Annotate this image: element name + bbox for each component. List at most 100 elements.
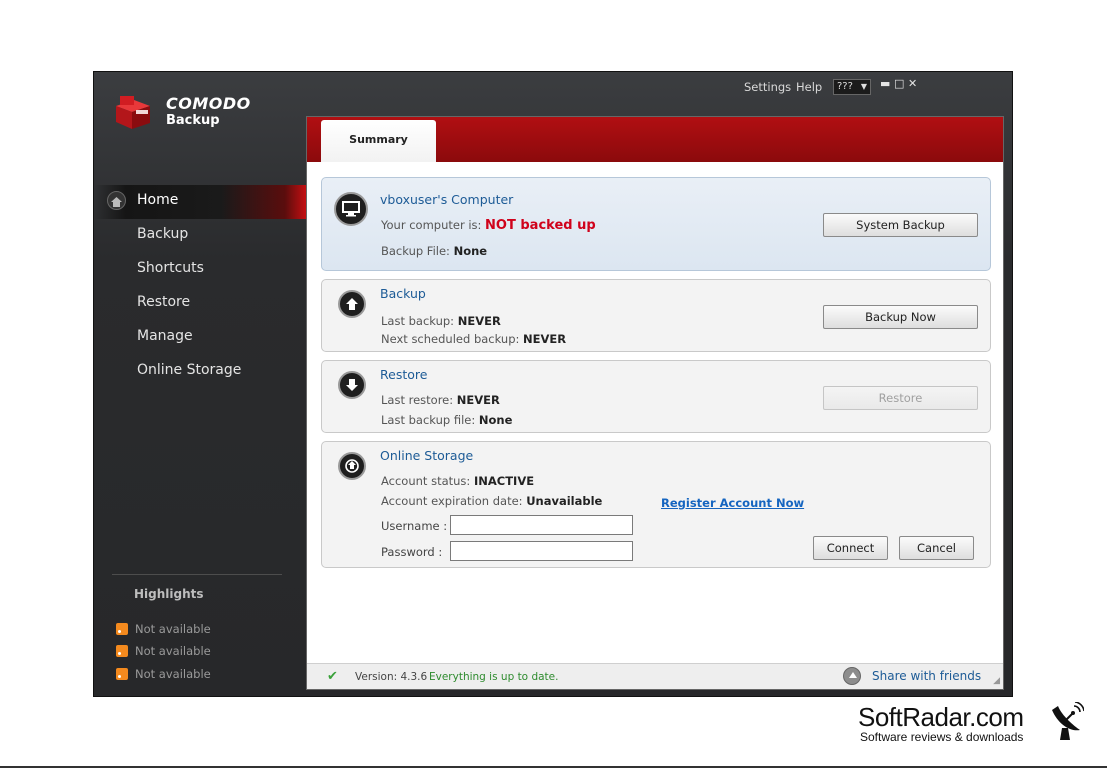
satellite-dish-icon <box>1052 702 1084 740</box>
update-status-text: Everything is up to date. <box>429 671 559 683</box>
password-label: Password : <box>381 545 443 559</box>
last-restore-row: Last restore: NEVER <box>381 393 500 407</box>
online-storage-card: Online Storage Account status: INACTIVE … <box>321 441 991 568</box>
computer-icon <box>334 192 368 226</box>
highlights-title: Highlights <box>134 587 204 601</box>
account-expiry-label: Account expiration date: <box>381 494 523 508</box>
comodo-logo: COMODO Backup <box>114 92 264 137</box>
computer-title: vboxuser's Computer <box>380 192 514 207</box>
password-input[interactable] <box>450 541 633 561</box>
restore-button[interactable]: Restore <box>823 386 978 410</box>
highlight-text: Not available <box>135 667 211 681</box>
account-expiry-value: Unavailable <box>526 494 603 508</box>
account-status-row: Account status: INACTIVE <box>381 474 534 488</box>
sidebar-item-label: Restore <box>137 294 191 310</box>
sidebar-item-home[interactable]: Home <box>94 185 306 219</box>
sidebar-item-label: Manage <box>137 328 193 344</box>
backup-now-button[interactable]: Backup Now <box>823 305 978 329</box>
last-backup-value: NEVER <box>457 314 501 328</box>
computer-status-row: Your computer is: NOT backed up <box>381 218 596 233</box>
checkmark-icon: ✔ <box>327 669 338 684</box>
online-storage-title: Online Storage <box>380 448 474 463</box>
title-bar: Settings Help ??? ▼ ▬ □ ✕ <box>712 72 1012 102</box>
sidebar-item-shortcuts[interactable]: Shortcuts <box>94 253 306 287</box>
help-link[interactable]: Help <box>796 80 822 94</box>
language-dropdown[interactable]: ??? ▼ <box>833 79 871 95</box>
main-panel: Summary vboxuser's Computer Your compute… <box>306 116 1004 690</box>
rss-icon <box>116 645 128 657</box>
restore-title: Restore <box>380 367 428 382</box>
last-restore-value: NEVER <box>456 393 500 407</box>
cancel-button[interactable]: Cancel <box>899 536 974 560</box>
sidebar-item-label: Backup <box>137 226 189 242</box>
next-backup-value: NEVER <box>523 332 567 346</box>
sidebar-item-label: Online Storage <box>137 362 242 378</box>
register-account-link[interactable]: Register Account Now <box>661 496 804 510</box>
computer-status-value: NOT backed up <box>485 218 596 233</box>
softradar-watermark: SoftRadar.com Software reviews & downloa… <box>858 700 1093 750</box>
last-backup-file-row: Last backup file: None <box>381 413 512 427</box>
home-icon <box>107 191 126 210</box>
last-backup-file-label: Last backup file: <box>381 413 476 427</box>
highlights-divider <box>112 574 282 575</box>
brand-name: COMODO <box>166 94 251 113</box>
restore-card: Restore Last restore: NEVER Last backup … <box>321 360 991 433</box>
sidebar-item-manage[interactable]: Manage <box>94 321 306 355</box>
settings-link[interactable]: Settings <box>744 80 791 94</box>
tab-summary[interactable]: Summary <box>321 120 436 162</box>
last-backup-file-value: None <box>478 413 513 427</box>
watermark-name: SoftRadar.com <box>858 702 1024 732</box>
sidebar-item-restore[interactable]: Restore <box>94 287 306 321</box>
chevron-down-icon: ▼ <box>860 82 867 91</box>
connect-button[interactable]: Connect <box>813 536 888 560</box>
highlight-item[interactable]: Not available <box>116 622 211 636</box>
watermark-tagline: Software reviews & downloads <box>860 730 1024 744</box>
username-label: Username : <box>381 519 448 533</box>
rss-icon <box>116 623 128 635</box>
comodo-backup-window: Settings Help ??? ▼ ▬ □ ✕ COMODO Backup <box>93 71 1013 697</box>
online-storage-icon <box>338 452 366 480</box>
last-restore-label: Last restore: <box>381 393 454 407</box>
next-backup-row: Next scheduled backup: NEVER <box>381 332 566 346</box>
resize-grip-icon[interactable]: ◢ <box>993 676 1000 686</box>
highlight-text: Not available <box>135 622 211 636</box>
backup-file-label: Backup File: <box>381 244 450 258</box>
sidebar-item-online-storage[interactable]: Online Storage <box>94 355 306 389</box>
backup-icon <box>338 290 366 318</box>
version-text: Version: 4.3.6 <box>355 671 428 683</box>
next-backup-label: Next scheduled backup: <box>381 332 520 346</box>
sidebar-item-label: Home <box>137 192 179 208</box>
backup-card: Backup Last backup: NEVER Next scheduled… <box>321 279 991 352</box>
screenshot-page: Settings Help ??? ▼ ▬ □ ✕ COMODO Backup <box>0 0 1107 769</box>
bottom-divider <box>0 766 1107 768</box>
close-button[interactable]: ✕ <box>908 77 917 90</box>
last-backup-row: Last backup: NEVER <box>381 314 501 328</box>
sidebar-nav: Home Backup Shortcuts Restore Manage Onl… <box>94 185 306 389</box>
backup-file-value: None <box>453 244 488 258</box>
rss-icon <box>116 668 128 680</box>
share-icon[interactable] <box>843 667 861 685</box>
last-backup-label: Last backup: <box>381 314 455 328</box>
account-status-value: INACTIVE <box>473 474 535 488</box>
username-input[interactable] <box>450 515 633 535</box>
comodo-box-icon <box>116 96 150 129</box>
computer-status-card: vboxuser's Computer Your computer is: NO… <box>321 177 991 271</box>
highlight-item[interactable]: Not available <box>116 644 211 658</box>
share-with-friends-link[interactable]: Share with friends <box>872 669 981 683</box>
sidebar-item-backup[interactable]: Backup <box>94 219 306 253</box>
computer-status-label: Your computer is: <box>381 218 482 232</box>
backup-file-row: Backup File: None <box>381 244 487 258</box>
highlight-item[interactable]: Not available <box>116 667 211 681</box>
maximize-button[interactable]: □ <box>894 77 904 90</box>
backup-title: Backup <box>380 286 426 301</box>
minimize-button[interactable]: ▬ <box>880 77 890 90</box>
status-bar: ✔ Version: 4.3.6 Everything is up to dat… <box>307 663 1003 689</box>
restore-icon <box>338 371 366 399</box>
tab-bar: Summary <box>307 117 1003 162</box>
product-name: Backup <box>166 113 220 128</box>
language-value: ??? <box>837 81 853 92</box>
account-status-label: Account status: <box>381 474 471 488</box>
system-backup-button[interactable]: System Backup <box>823 213 978 237</box>
sidebar-item-label: Shortcuts <box>137 260 204 276</box>
highlight-text: Not available <box>135 644 211 658</box>
